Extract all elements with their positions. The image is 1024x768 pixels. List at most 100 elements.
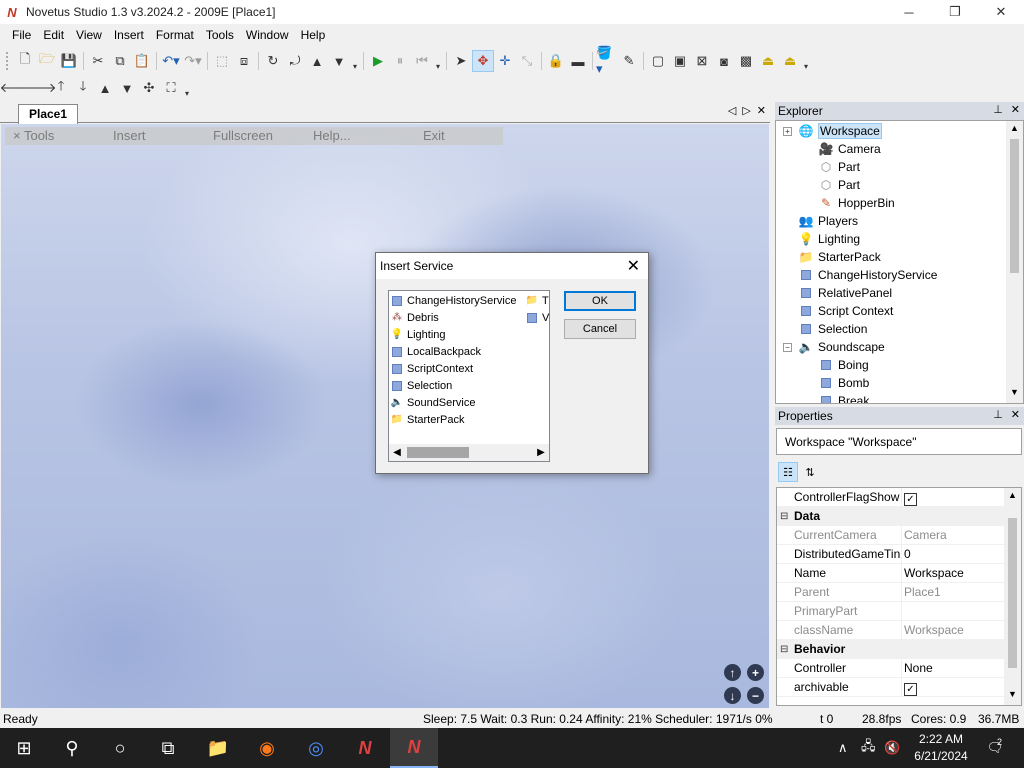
checkbox-checked-icon[interactable]: ✓ [904,493,917,506]
list-item[interactable]: ⁂ Debris [391,309,439,326]
copy-icon[interactable]: ⧉ [109,50,131,72]
ingame-exit[interactable]: Exit [423,128,445,143]
menu-edit[interactable]: Edit [37,24,70,46]
tree-item-starterpack[interactable]: 📁 StarterPack [798,248,881,266]
tray-overflow-icon[interactable]: ∧ [838,728,848,768]
property-row[interactable]: className Workspace [777,621,1006,640]
camera-zoom-out-icon[interactable]: − [747,687,764,704]
novetus-studio-icon[interactable]: N [390,728,438,768]
property-row[interactable]: archivable ✓ [777,678,1006,697]
list-item[interactable]: ScriptContext [391,360,473,377]
tilt-up-icon[interactable]: 🡑 [50,77,72,99]
tilt-icon[interactable]: ⤾ [284,50,306,72]
group-icon[interactable]: ⬚ [211,50,233,72]
tree-item-bomb[interactable]: Bomb [818,374,869,392]
list-item[interactable]: LocalBackpack [391,343,481,360]
anchor-icon[interactable]: ▬ [567,50,589,72]
tab-close-icon[interactable]: ✕ [757,104,766,117]
toolbar-overflow-icon[interactable]: ▾ [801,51,811,71]
explorer-vertical-scrollbar[interactable]: ▲ ▼ [1006,121,1023,403]
minimize-button[interactable]: ─ [886,0,932,24]
category-row[interactable]: ⊟ Behavior [777,640,1006,659]
collapse-icon[interactable]: ⊟ [780,644,788,655]
surface-smooth-icon[interactable]: ▢ [647,50,669,72]
surface-glue-icon[interactable]: ▣ [669,50,691,72]
expand-icon[interactable]: + [783,127,792,136]
ingame-insert[interactable]: Insert [113,128,146,143]
rotate-icon[interactable]: ↻ [262,50,284,72]
menu-tools[interactable]: Tools [200,24,240,46]
tab-place1[interactable]: Place1 [18,104,79,124]
scroll-up-icon[interactable]: ▲ [1006,123,1023,137]
tree-item-lighting[interactable]: 💡 Lighting [798,230,861,248]
firefox-icon[interactable]: ◉ [243,728,291,768]
property-row[interactable]: CurrentCamera Camera [777,526,1006,545]
tree-item-camera[interactable]: 🎥 Camera [818,140,881,158]
tree-item-boing[interactable]: Boing [818,356,869,374]
select-arrow-icon[interactable]: ➤ [450,50,472,72]
notifications-icon[interactable]: 🗨 [984,728,1006,768]
collapse-icon[interactable]: − [783,343,792,352]
tree-item-break[interactable]: Break [818,392,869,403]
scroll-left-icon[interactable]: ◀ [389,447,405,458]
task-view-icon[interactable]: ⧉ [144,728,192,768]
scroll-down-icon[interactable]: ▼ [1006,387,1023,401]
zoom-out-arrow-icon[interactable]: ▼ [116,77,138,99]
property-row[interactable]: DistributedGameTin 0 [777,545,1006,564]
cortana-icon[interactable]: ○ [96,728,144,768]
lock-icon[interactable]: 🔒 [545,50,567,72]
scroll-up-icon[interactable]: ▲ [1004,490,1021,504]
network-icon[interactable]: 🖧 [861,728,876,768]
taskbar-clock[interactable]: 2:22 AM 6/21/2024 [906,731,976,765]
menu-file[interactable]: File [6,24,37,46]
material-icon[interactable]: ✎ [618,50,640,72]
scroll-thumb[interactable] [407,447,469,458]
property-row[interactable]: Controller None [777,659,1006,678]
maximize-button[interactable]: ❐ [932,0,978,24]
scroll-thumb[interactable] [1008,518,1017,668]
menu-format[interactable]: Format [150,24,200,46]
menu-window[interactable]: Window [240,24,295,46]
ungroup-icon[interactable]: ⧈ [233,50,255,72]
ok-button[interactable]: OK [564,291,636,311]
toolbar-overflow-icon[interactable]: ▾ [350,51,360,71]
ingame-fullscreen[interactable]: Fullscreen [213,128,273,143]
properties-close-icon[interactable]: ✕ [1011,408,1020,421]
surface-inlet-icon[interactable]: ▩ [735,50,757,72]
property-row[interactable]: Parent Place1 [777,583,1006,602]
surface-hinge-icon[interactable]: ⏏ [757,50,779,72]
look-at-icon[interactable]: ⛶ [160,77,182,99]
tree-item-part[interactable]: ⬡ Part [818,158,860,176]
categorized-view-icon[interactable]: ☷ [778,462,798,482]
tab-next-icon[interactable]: ▷ [742,104,750,117]
tree-item-workspace[interactable]: 🌐 Workspace [798,122,882,140]
list-item[interactable]: 💡 Lighting [391,326,446,343]
service-list[interactable]: ChangeHistoryService ⁂ Debris 💡 Lighting L… [388,290,550,462]
paint-bucket-icon[interactable]: 🪣▾ [596,45,618,76]
ingame-tools[interactable]: × Tools [13,128,54,143]
tree-item-part[interactable]: ⬡ Part [818,176,860,194]
move-up-icon[interactable]: ▲ [306,50,328,72]
move-down-icon[interactable]: ▼ [328,50,350,72]
cancel-button[interactable]: Cancel [564,319,636,339]
explorer-close-icon[interactable]: ✕ [1011,103,1020,116]
tree-item-soundscape[interactable]: 🔈 Soundscape [798,338,885,356]
scroll-thumb[interactable] [1010,139,1019,273]
property-row[interactable]: Name Workspace [777,564,1006,583]
undo-icon[interactable]: ↶▾ [160,50,182,72]
menu-help[interactable]: Help [295,24,332,46]
tree-item-relativepanel[interactable]: RelativePanel [798,284,892,302]
explorer-tree[interactable]: + 🌐 Workspace 🎥 Camera ⬡ Part ⬡ Part ✎ Hopper… [775,120,1024,404]
tilt-down-icon[interactable]: 🡓 [72,77,94,99]
camera-zoom-in-icon[interactable]: + [747,664,764,681]
list-item[interactable]: 📁 StarterPack [391,411,465,428]
surface-studs-icon[interactable]: ◙ [713,50,735,72]
save-icon[interactable]: 💾 [58,50,80,72]
camera-up-icon[interactable]: ↑ [724,664,741,681]
pin-icon[interactable]: ⊥ [993,408,1003,421]
reset-icon[interactable]: ⏮ [411,50,433,72]
tab-prev-icon[interactable]: ◁ [728,104,736,117]
list-horizontal-scrollbar[interactable]: ◀ ▶ [389,444,549,461]
category-row[interactable]: ⊟ Data [777,507,1006,526]
pause-icon[interactable]: ⏸ [389,50,411,72]
